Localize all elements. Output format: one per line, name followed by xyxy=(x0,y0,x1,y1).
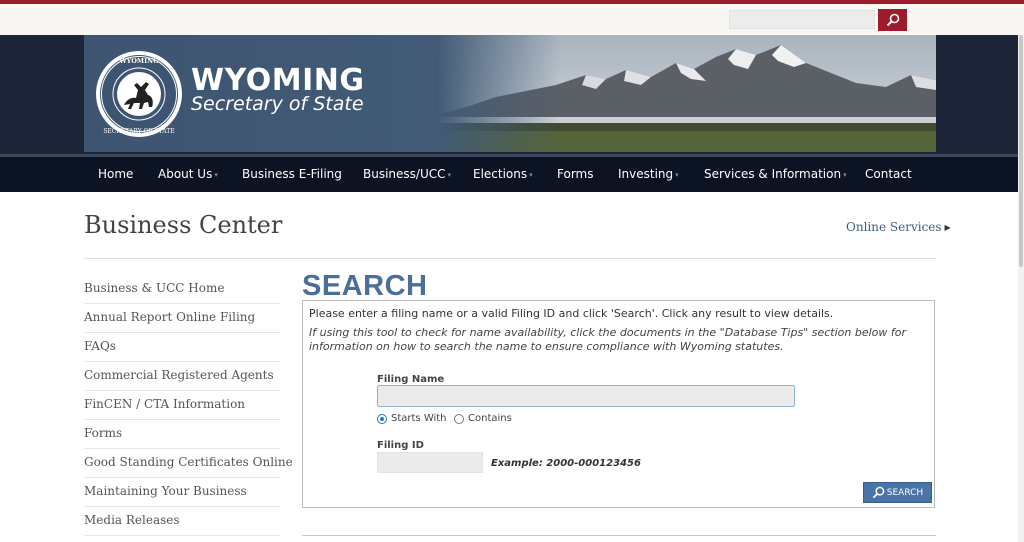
filing-name-input[interactable] xyxy=(377,385,795,407)
nav-elections[interactable]: Elections ▾ xyxy=(473,167,533,181)
site-search-input[interactable] xyxy=(729,10,875,29)
nav-label: Investing xyxy=(618,167,674,181)
nav-label: About Us xyxy=(158,167,213,181)
page-title: Business Center xyxy=(84,211,283,239)
nav-label: Services & Information xyxy=(704,167,842,181)
nav-business-ucc[interactable]: Business/UCC ▾ xyxy=(363,167,451,181)
nav-label: Forms xyxy=(557,167,594,181)
sidebar-item-media-releases[interactable]: Media Releases xyxy=(84,507,280,536)
radio-starts-with[interactable]: Starts With xyxy=(377,413,447,424)
online-services-label: Online Services xyxy=(846,220,942,234)
chevron-down-icon: ▾ xyxy=(214,170,218,179)
teton-mountains-image xyxy=(436,35,936,152)
seal-text-top: WYOMING xyxy=(118,57,159,65)
divider xyxy=(302,535,936,536)
scrollbar-thumb[interactable] xyxy=(1019,35,1023,267)
nav-forms[interactable]: Forms xyxy=(557,167,593,181)
nav-home[interactable]: Home xyxy=(98,167,133,181)
chevron-down-icon: ▾ xyxy=(675,170,679,179)
name-availability-tip: If using this tool to check for name ava… xyxy=(309,326,907,353)
nav-contact[interactable]: Contact xyxy=(865,167,912,181)
search-panel: Please enter a filing name or a valid Fi… xyxy=(302,300,935,508)
radio-contains-label: Contains xyxy=(468,413,512,424)
filing-id-example: Example: 2000-000123456 xyxy=(491,458,641,469)
sidebar-item-maintaining-business[interactable]: Maintaining Your Business xyxy=(84,478,280,507)
sidebar-nav: Business & UCC Home Annual Report Online… xyxy=(84,275,293,536)
nav-services-information[interactable]: Services & Information ▾ xyxy=(704,167,847,181)
search-heading: SEARCH xyxy=(302,270,428,302)
divider xyxy=(84,258,936,259)
filing-id-label: Filing ID xyxy=(377,440,424,451)
search-icon xyxy=(886,13,899,27)
main-nav: Home About Us ▾ Business E-Filing Busines… xyxy=(0,154,1024,192)
nav-label: Home xyxy=(98,167,134,181)
header-banner[interactable]: WYOMING SECRETARY OF STATE WYOMING Secre… xyxy=(84,35,936,152)
sidebar-item-annual-report[interactable]: Annual Report Online Filing xyxy=(84,304,280,333)
search-button[interactable]: SEARCH xyxy=(863,482,932,503)
radio-contains[interactable]: Contains xyxy=(454,413,512,424)
search-icon xyxy=(872,486,885,499)
nav-investing[interactable]: Investing ▾ xyxy=(618,167,679,181)
radio-button[interactable] xyxy=(454,413,464,424)
search-instructions: Please enter a filing name or a valid Fi… xyxy=(309,307,834,320)
sidebar-item-fincen-cta[interactable]: FinCEN / CTA Information xyxy=(84,391,280,420)
sidebar-item-good-standing[interactable]: Good Standing Certificates Online xyxy=(84,449,293,478)
seal-text-bottom: SECRETARY OF STATE xyxy=(103,128,174,135)
nav-label: Contact xyxy=(865,167,912,181)
nav-label: Business E-Filing xyxy=(242,167,342,181)
sidebar-item-forms[interactable]: Forms xyxy=(84,420,280,449)
state-seal-logo: WYOMING SECRETARY OF STATE xyxy=(96,51,182,137)
radio-button-checked[interactable] xyxy=(377,413,387,424)
nav-label: Business/UCC xyxy=(363,167,446,181)
chevron-down-icon: ▾ xyxy=(447,170,452,179)
sidebar-item-registered-agents[interactable]: Commercial Registered Agents xyxy=(84,362,280,391)
chevron-down-icon: ▾ xyxy=(843,170,847,179)
site-search-button[interactable] xyxy=(878,9,907,31)
filing-id-input[interactable] xyxy=(377,452,483,473)
caret-right-icon: ▶ xyxy=(944,223,951,232)
sidebar-item-faqs[interactable]: FAQs xyxy=(84,333,280,362)
chevron-down-icon: ▾ xyxy=(529,170,533,179)
page-scrollbar[interactable] xyxy=(1018,35,1024,542)
nav-about-us[interactable]: About Us ▾ xyxy=(158,167,218,181)
brand-subtitle: Secretary of State xyxy=(191,93,364,115)
nav-label: Elections xyxy=(473,167,528,181)
nav-business-e-filing[interactable]: Business E-Filing xyxy=(242,167,342,181)
filing-name-label: Filing Name xyxy=(377,374,445,385)
online-services-link[interactable]: Online Services ▶ xyxy=(846,220,951,234)
search-button-label: SEARCH xyxy=(886,487,924,498)
radio-starts-with-label: Starts With xyxy=(391,413,447,424)
sidebar-item-business-ucc-home[interactable]: Business & UCC Home xyxy=(84,275,280,304)
